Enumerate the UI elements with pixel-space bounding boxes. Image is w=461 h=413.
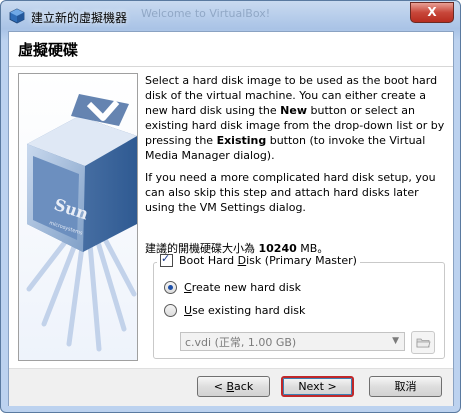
folder-icon: [416, 338, 431, 348]
virtualbox-side-illustration: Sun microsystems: [18, 73, 138, 361]
chevron-down-icon[interactable]: ▼: [392, 336, 399, 346]
description-text: Select a hard disk image to be used as t…: [145, 73, 445, 222]
radio-unselected-icon[interactable]: [164, 304, 177, 317]
back-button[interactable]: < Back: [197, 376, 270, 397]
use-existing-disk-label: Use existing hard disk: [184, 304, 306, 317]
wizard-body: Sun microsystems Select a hard disk imag…: [9, 67, 453, 367]
window-title: 建立新的虛擬機器: [31, 11, 128, 25]
create-new-disk-radio[interactable]: Create new hard disk: [164, 281, 301, 294]
background-window-title: Welcome to VirtualBox!: [141, 7, 271, 20]
radio-selected-icon[interactable]: [164, 281, 177, 294]
next-button[interactable]: Next >: [281, 376, 354, 397]
boot-hard-disk-label: Boot Hard Disk (Primary Master): [179, 254, 357, 267]
button-bar: < Back Next > 取消: [9, 368, 453, 406]
use-existing-disk-radio[interactable]: Use existing hard disk: [164, 304, 305, 317]
description-paragraph-1: Select a hard disk image to be used as t…: [145, 74, 445, 162]
boot-hard-disk-group: Boot Hard Disk (Primary Master) Create n…: [153, 252, 445, 359]
boot-hard-disk-checkbox[interactable]: Boot Hard Disk (Primary Master): [157, 252, 360, 267]
description-paragraph-2: If you need a more complicated hard disk…: [145, 171, 436, 214]
checkbox-checked-icon[interactable]: [160, 252, 173, 267]
virtualbox-app-icon: [9, 8, 25, 24]
virtualbox-cube-icon: Sun microsystems: [19, 74, 137, 360]
cancel-button[interactable]: 取消: [369, 376, 442, 397]
wizard-window: 建立新的虛擬機器 Welcome to VirtualBox! X 虛擬硬碟 S…: [0, 0, 461, 413]
wizard-client-area: 虛擬硬碟 Sun microsystems Select a hard disk…: [8, 31, 454, 406]
page-title: 虛擬硬碟: [18, 41, 79, 59]
existing-disk-select-value: c.vdi (正常, 1.00 GB): [185, 335, 297, 349]
open-disk-button[interactable]: [411, 331, 435, 354]
title-bar[interactable]: 建立新的虛擬機器 Welcome to VirtualBox! X: [1, 1, 460, 31]
close-button[interactable]: X: [410, 2, 454, 23]
existing-disk-select[interactable]: c.vdi (正常, 1.00 GB) ▼: [180, 332, 405, 351]
create-new-disk-label: Create new hard disk: [184, 281, 301, 294]
page-header: 虛擬硬碟: [9, 32, 453, 67]
